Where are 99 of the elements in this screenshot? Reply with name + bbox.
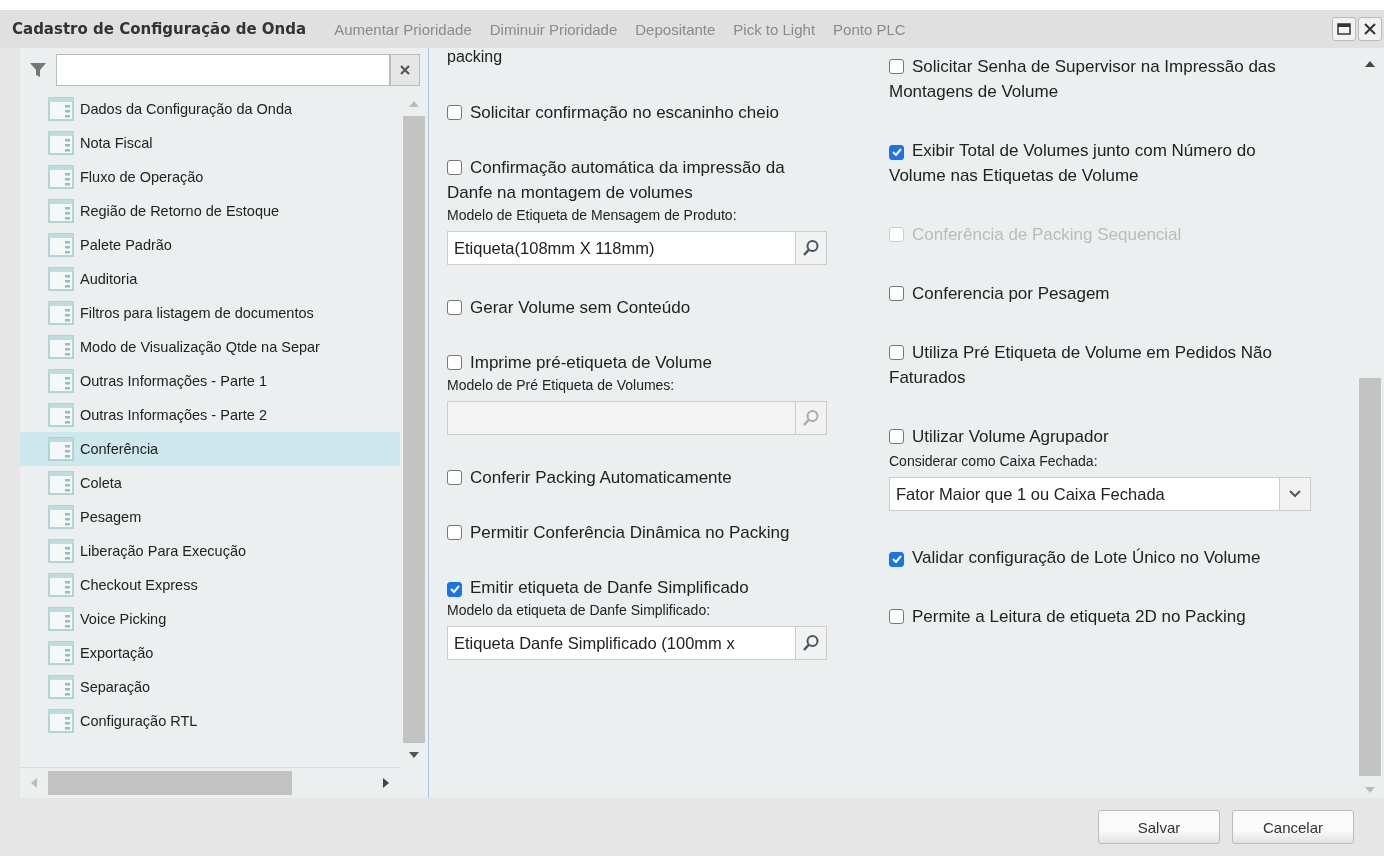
tree-item[interactable]: Outras Informações - Parte 1	[20, 364, 400, 398]
background-toolbar-item: Pick to Light	[733, 20, 816, 38]
dialog-button[interactable]: Cancelar	[1232, 810, 1354, 844]
scroll-right-icon[interactable]	[382, 777, 390, 789]
scroll-down-icon[interactable]	[408, 751, 420, 759]
dialog-button[interactable]: Salvar	[1098, 810, 1220, 844]
checkbox[interactable]	[889, 609, 904, 624]
checkbox[interactable]	[889, 286, 904, 301]
form-icon	[48, 267, 74, 291]
form-icon	[48, 641, 74, 665]
background-toolbar-item: Aumentar Prioridade	[334, 20, 472, 38]
dropdown[interactable]: Fator Maior que 1 ou Caixa Fechada	[889, 477, 1311, 511]
checkbox[interactable]	[447, 105, 462, 120]
form-icon	[48, 471, 74, 495]
tree-item[interactable]: Pesagem	[20, 500, 400, 534]
tree-item[interactable]: Auditoria	[20, 262, 400, 296]
close-icon	[1364, 23, 1376, 35]
checkbox[interactable]	[889, 551, 904, 567]
form-icon	[48, 97, 74, 121]
checkbox[interactable]	[447, 470, 462, 485]
tree-item[interactable]: Filtros para listagem de documentos	[20, 296, 400, 330]
checkbox-option[interactable]: Utilizar Volume Agrupador	[889, 424, 1309, 449]
clear-button[interactable]	[390, 54, 420, 86]
form-icon	[48, 199, 74, 223]
checkbox-option[interactable]: Emitir etiqueta de Danfe Simplificado	[447, 575, 827, 600]
search-icon[interactable]	[802, 634, 820, 652]
form-icon	[48, 505, 74, 529]
form-icon	[48, 131, 74, 155]
close-button[interactable]	[1358, 17, 1382, 41]
caret-icon	[1289, 490, 1301, 498]
form-icon	[48, 165, 74, 189]
form-icon	[48, 709, 74, 733]
background-toolbar-item: Diminuir Prioridade	[489, 20, 618, 38]
checkbox[interactable]	[889, 429, 904, 444]
checkbox[interactable]	[447, 160, 462, 175]
filter-icon	[28, 60, 48, 80]
form-icon	[48, 437, 74, 461]
maximize-icon	[1337, 23, 1351, 35]
form-icon	[48, 573, 74, 597]
clear-icon	[399, 64, 411, 76]
checkbox-option[interactable]: Exibir Total de Volumes junto com Número do Volume nas Etiquetas de Volume	[889, 138, 1309, 188]
tree-item[interactable]: Liberação Para Execução	[20, 534, 400, 568]
checkbox-option[interactable]: Conferencia por Pesagem	[889, 281, 1309, 306]
checkbox-option[interactable]: Confirmação automática da impressão da Danfe na montagem de volumes	[447, 155, 827, 205]
tree-item[interactable]: Coleta	[20, 466, 400, 500]
checkbox[interactable]	[447, 355, 462, 370]
tree-item[interactable]: Separação	[20, 670, 400, 704]
checkbox-option[interactable]: Permitir Conferência Dinâmica no Packing	[447, 520, 827, 545]
checkbox-option[interactable]: Permite a Leitura de etiqueta 2D no Packing	[889, 604, 1309, 629]
tree-item[interactable]: Configuração RTL	[20, 704, 400, 738]
checkbox-option[interactable]: Solicitar confirmação no escaninho cheio	[447, 100, 827, 125]
tree-item[interactable]: Exportação	[20, 636, 400, 670]
tree-item[interactable]: Voice Picking	[20, 602, 400, 636]
field-label: Modelo de Etiqueta de Mensagem de Produto:	[447, 207, 738, 223]
tree-item[interactable]: Modo de Visualização Qtde na Separ	[20, 330, 400, 364]
checkbox[interactable]	[447, 525, 462, 540]
window-title: Cadastro de Configuração de Onda	[12, 20, 307, 38]
checkbox-option[interactable]: Utiliza Pré Etiqueta de Volume em Pedidos Não Faturados	[889, 340, 1309, 390]
background-toolbar-item: Depositante	[635, 20, 716, 38]
tree-item[interactable]: Palete Padrão	[20, 228, 400, 262]
field-label: Modelo de Pré Etiqueta de Volumes:	[447, 377, 676, 393]
tree-item[interactable]: Conferência	[20, 432, 400, 466]
tree-item[interactable]: Outras Informações - Parte 2	[20, 398, 400, 432]
tree-item[interactable]: Nota Fiscal	[20, 126, 400, 160]
checkbox-option[interactable]: Imprime pré-etiqueta de Volume	[447, 350, 827, 375]
lookup-field[interactable]: Etiqueta Danfe Simplificado (100mm x	[447, 626, 827, 660]
form-icon	[48, 369, 74, 393]
background-toolbar-item: Ponto PLC	[833, 20, 906, 38]
checkbox[interactable]	[447, 581, 462, 597]
scrollbar-thumb[interactable]	[1359, 378, 1381, 776]
field-label: Modelo da etiqueta de Danfe Simplificado:	[447, 602, 712, 618]
tree-item[interactable]: Fluxo de Operação	[20, 160, 400, 194]
scrollbar-thumb[interactable]	[48, 771, 292, 795]
checkbox-option[interactable]: Solicitar Senha de Supervisor na Impressão das Montagens de Volume	[889, 54, 1309, 104]
checkbox[interactable]	[447, 300, 462, 315]
checkbox[interactable]	[889, 59, 904, 74]
form-icon	[48, 675, 74, 699]
field-label: Considerar como Caixa Fechada:	[889, 453, 1099, 469]
tree-item[interactable]: Dados da Configuração da Onda	[20, 92, 400, 126]
search-icon[interactable]	[802, 239, 820, 257]
form-icon	[48, 233, 74, 257]
option-label: packing	[447, 48, 504, 66]
form-icon	[48, 403, 74, 427]
maximize-button[interactable]	[1332, 17, 1356, 41]
checkbox-option[interactable]: Gerar Volume sem Conteúdo	[447, 295, 827, 320]
checkbox[interactable]	[889, 345, 904, 360]
filter-field[interactable]	[56, 54, 390, 86]
form-icon	[48, 607, 74, 631]
scrollbar-thumb[interactable]	[403, 116, 425, 743]
form-icon	[48, 301, 74, 325]
checkbox-option[interactable]: Validar configuração de Lote Único no Volume	[889, 545, 1309, 570]
lookup-field[interactable]: Etiqueta(108mm X 118mm)	[447, 231, 827, 265]
checkbox-option[interactable]: Conferir Packing Automaticamente	[447, 465, 827, 490]
checkbox[interactable]	[889, 144, 904, 160]
tree-item[interactable]: Checkout Express	[20, 568, 400, 602]
tree-item[interactable]: Região de Retorno de Estoque	[20, 194, 400, 228]
form-icon	[48, 539, 74, 563]
form-icon	[48, 335, 74, 359]
scroll-up-icon[interactable]	[1364, 60, 1376, 68]
